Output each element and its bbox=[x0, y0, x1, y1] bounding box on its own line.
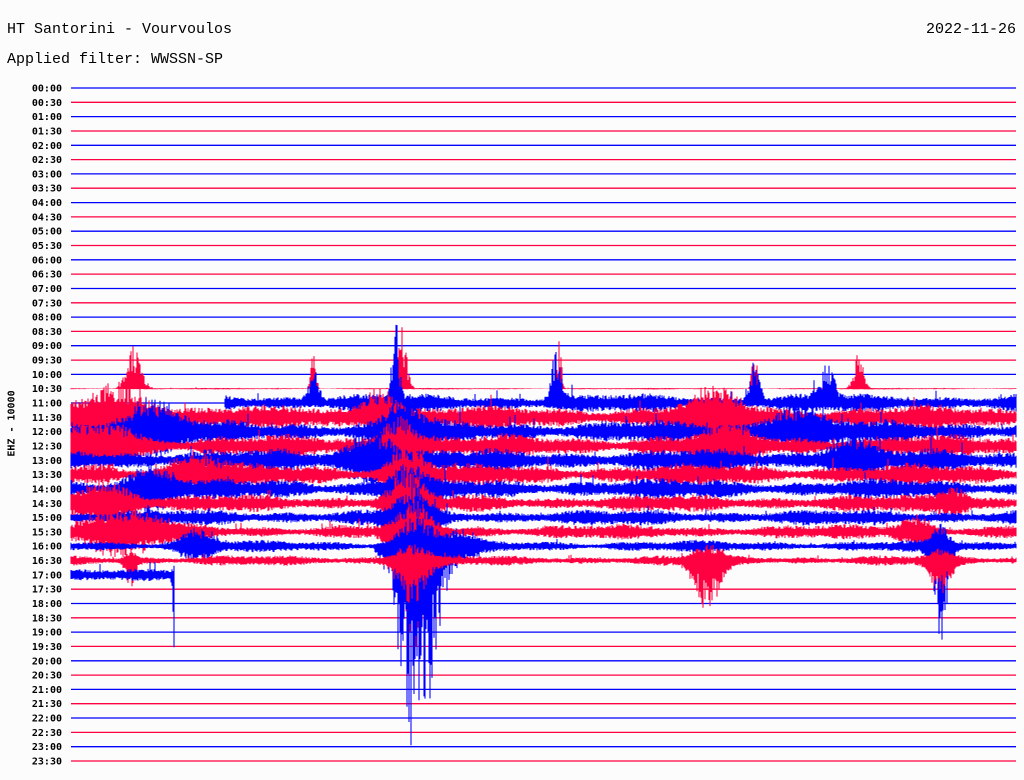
time-tick-label: 18:30 bbox=[32, 613, 62, 624]
time-tick-label: 16:30 bbox=[32, 556, 62, 567]
time-tick-label: 23:00 bbox=[32, 742, 62, 753]
time-tick-label: 20:00 bbox=[32, 656, 62, 667]
time-tick-label: 05:00 bbox=[32, 227, 62, 238]
time-tick-label: 19:00 bbox=[32, 628, 62, 639]
time-tick-label: 02:30 bbox=[32, 155, 62, 166]
time-tick-label: 12:00 bbox=[32, 427, 62, 438]
time-tick-label: 10:30 bbox=[32, 384, 62, 395]
time-tick-label: 19:30 bbox=[32, 642, 62, 653]
time-tick-label: 11:30 bbox=[32, 413, 62, 424]
time-tick-label: 21:00 bbox=[32, 685, 62, 696]
time-tick-label: 03:30 bbox=[32, 184, 62, 195]
time-tick-label: 04:00 bbox=[32, 198, 62, 209]
time-tick-label: 22:00 bbox=[32, 714, 62, 725]
time-tick-label: 14:30 bbox=[32, 499, 62, 510]
time-tick-label: 06:00 bbox=[32, 255, 62, 266]
time-tick-label: 23:30 bbox=[32, 757, 62, 768]
time-tick-label: 09:30 bbox=[32, 356, 62, 367]
time-tick-label: 13:30 bbox=[32, 470, 62, 481]
time-tick-label: 15:30 bbox=[32, 527, 62, 538]
time-tick-label: 17:30 bbox=[32, 585, 62, 596]
time-tick-label: 15:00 bbox=[32, 513, 62, 524]
time-tick-label: 08:30 bbox=[32, 327, 62, 338]
time-tick-label: 03:00 bbox=[32, 169, 62, 180]
time-tick-label: 00:30 bbox=[32, 98, 62, 109]
time-tick-label: 22:30 bbox=[32, 728, 62, 739]
time-tick-label: 04:30 bbox=[32, 212, 62, 223]
time-tick-label: 21:30 bbox=[32, 699, 62, 710]
time-tick-label: 06:30 bbox=[32, 270, 62, 281]
time-tick-label: 18:00 bbox=[32, 599, 62, 610]
time-tick-label: 14:00 bbox=[32, 484, 62, 495]
time-tick-label: 20:30 bbox=[32, 671, 62, 682]
time-tick-label: 09:00 bbox=[32, 341, 62, 352]
time-tick-label: 01:30 bbox=[32, 126, 62, 137]
time-tick-label: 11:00 bbox=[32, 399, 62, 410]
time-tick-label: 10:00 bbox=[32, 370, 62, 381]
time-tick-label: 07:30 bbox=[32, 298, 62, 309]
seismic-trace-16-00 bbox=[70, 516, 1017, 746]
time-tick-label: 05:30 bbox=[32, 241, 62, 252]
time-tick-label: 13:00 bbox=[32, 456, 62, 467]
time-tick-label: 17:00 bbox=[32, 570, 62, 581]
time-tick-label: 07:00 bbox=[32, 284, 62, 295]
seismic-trace-10-30 bbox=[70, 327, 1017, 390]
time-tick-label: 12:30 bbox=[32, 441, 62, 452]
time-tick-label: 01:00 bbox=[32, 112, 62, 123]
time-tick-label: 00:00 bbox=[32, 84, 62, 95]
time-tick-label: 16:00 bbox=[32, 542, 62, 553]
seismic-trace-11-00 bbox=[224, 324, 1017, 413]
helicorder-plot: 00:00 00:30 01:00 01:30 02:00 02:30 03:00 03:30… bbox=[32, 84, 1017, 768]
time-tick-label: 02:00 bbox=[32, 141, 62, 152]
seismic-trace-17-00 bbox=[70, 562, 175, 648]
time-tick-label: 08:00 bbox=[32, 313, 62, 324]
